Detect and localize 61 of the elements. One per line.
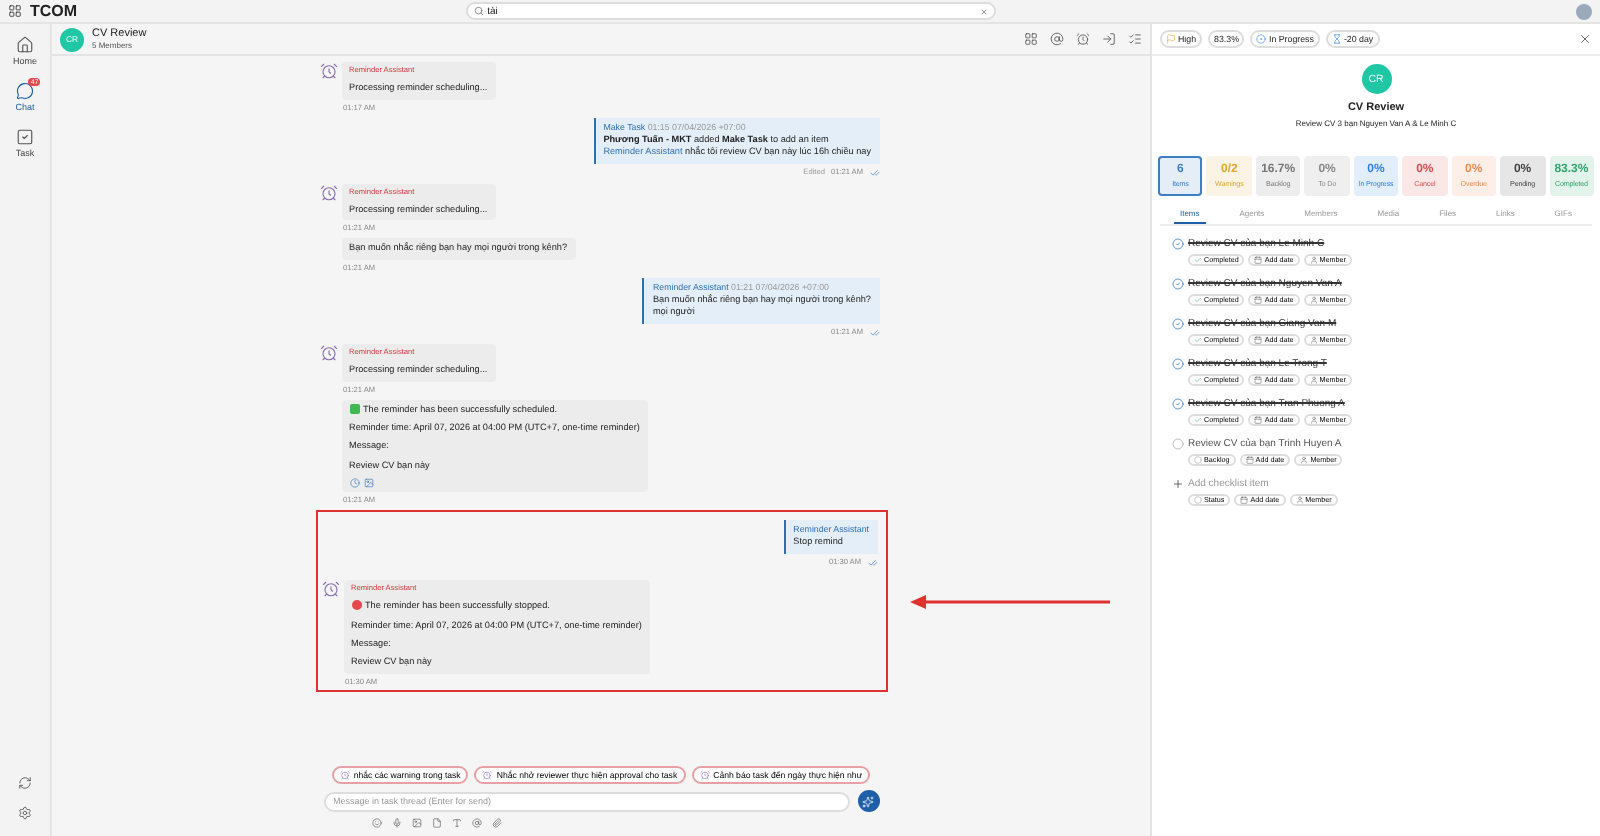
file-icon	[432, 818, 442, 828]
enter-icon	[1102, 32, 1116, 46]
send-button[interactable]	[857, 790, 879, 812]
user-icon	[1295, 496, 1304, 504]
double-check-icon	[869, 327, 879, 338]
double-check-icon	[869, 167, 879, 178]
chat-bubble-icon	[15, 82, 34, 100]
double-check-icon	[867, 557, 877, 568]
image-icon	[363, 478, 373, 489]
paperclip-icon	[492, 818, 502, 828]
plus-icon	[1172, 478, 1184, 490]
alarm-clock-icon	[319, 183, 337, 202]
grid-icon	[8, 4, 22, 18]
search-icon	[473, 6, 484, 16]
alarm-clock-icon	[339, 770, 350, 780]
close-icon	[1578, 32, 1592, 46]
check-icon	[1194, 296, 1202, 304]
user-icon	[1309, 296, 1318, 304]
user-icon	[1309, 336, 1318, 344]
calendar-icon	[1240, 496, 1249, 504]
close-button[interactable]	[1578, 32, 1592, 46]
alarm-clock-icon	[319, 343, 337, 362]
mention-icon	[1050, 32, 1064, 46]
text-format-icon	[452, 818, 462, 828]
user-icon	[1300, 456, 1309, 464]
clock-icon	[349, 478, 359, 489]
circle-icon	[1194, 456, 1202, 464]
house-icon	[15, 36, 34, 54]
check-icon	[1194, 416, 1202, 424]
settings-icon	[18, 806, 32, 820]
checklist-icon	[1128, 32, 1142, 46]
calendar-icon	[1254, 336, 1263, 344]
calendar-icon	[1245, 456, 1254, 464]
hourglass-icon	[1331, 34, 1342, 44]
circle-icon	[1194, 496, 1202, 504]
user-icon	[1309, 256, 1318, 264]
user-icon	[1309, 416, 1318, 424]
status-icon	[1256, 34, 1267, 44]
alarm-clock-icon	[699, 770, 710, 780]
smile-icon	[372, 818, 382, 828]
sparkle-icon	[862, 795, 874, 807]
calendar-icon	[1254, 416, 1263, 424]
check-icon	[1194, 376, 1202, 384]
check-icon	[1194, 336, 1202, 344]
flag-icon	[1166, 34, 1176, 44]
refresh-icon	[18, 776, 32, 790]
alarm-clock-icon	[321, 579, 339, 598]
grid-icon	[1024, 32, 1038, 46]
calendar-icon	[1254, 256, 1263, 264]
alarm-clock-icon	[482, 770, 493, 780]
alarm-clock-icon	[319, 62, 337, 80]
mention-icon	[472, 818, 482, 828]
user-icon	[1309, 376, 1318, 384]
microphone-icon	[392, 818, 402, 828]
check-icon	[1194, 256, 1202, 264]
checkbox-icon	[15, 128, 34, 146]
calendar-icon	[1254, 296, 1263, 304]
calendar-icon	[1254, 376, 1263, 384]
alarm-clock-icon	[1076, 32, 1090, 46]
app-title: TCOM	[30, 2, 78, 20]
image-icon	[412, 818, 422, 828]
